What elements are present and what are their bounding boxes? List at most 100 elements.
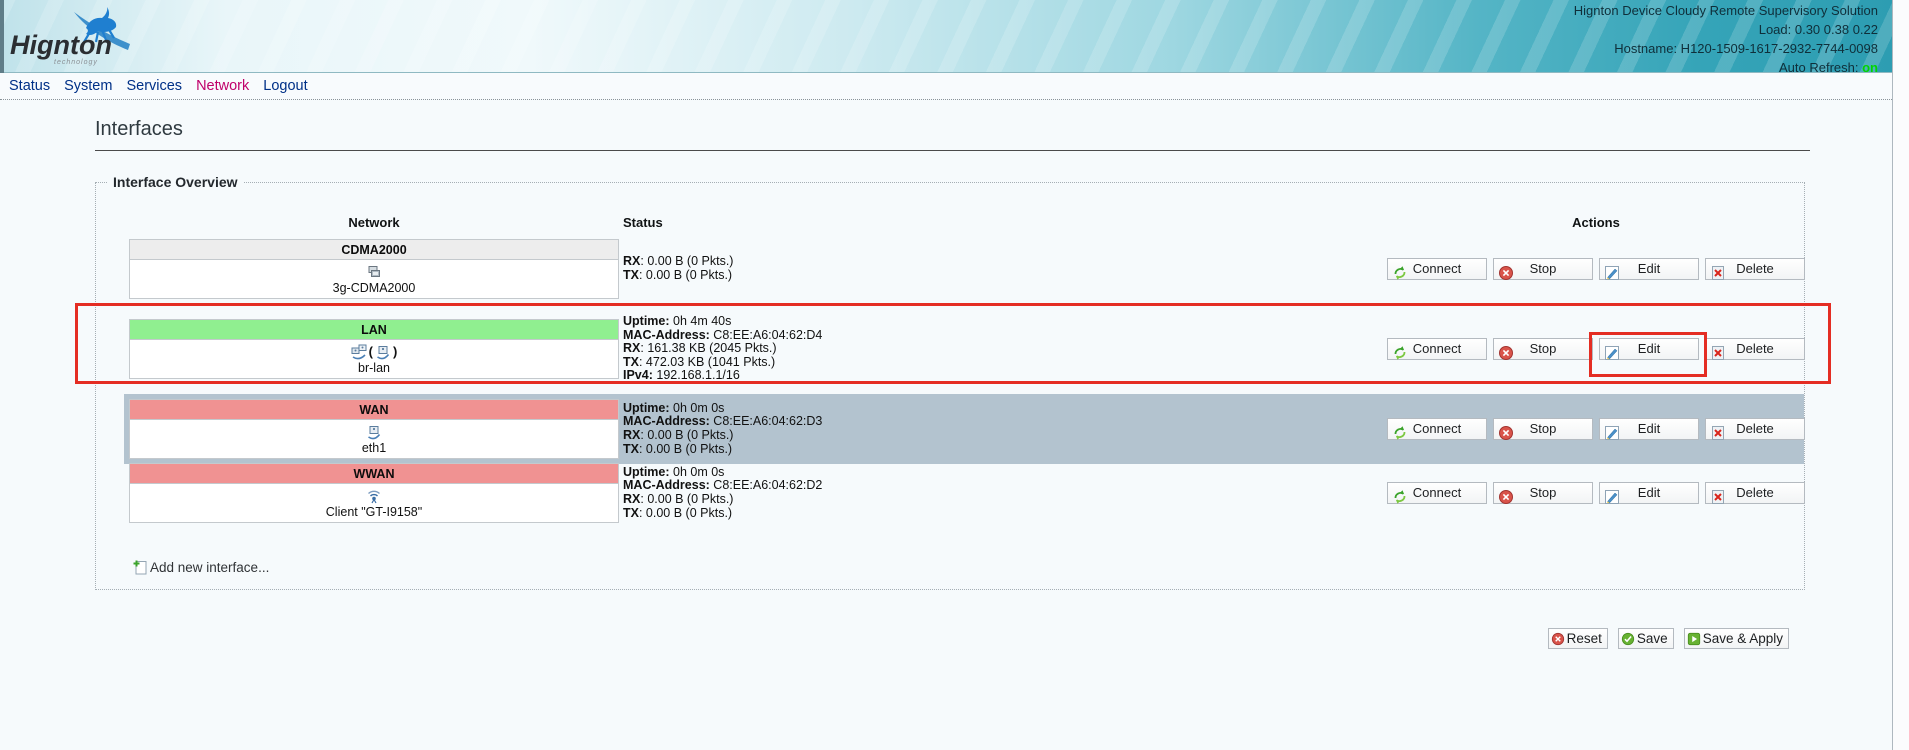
ethernet-icon	[366, 423, 382, 441]
edit-button[interactable]: Edit	[1599, 258, 1699, 280]
stop-button[interactable]: Stop	[1493, 258, 1593, 280]
connect-icon	[1392, 262, 1408, 282]
add-icon	[132, 559, 148, 575]
connect-button[interactable]: Connect	[1387, 258, 1487, 280]
solution-title: Hignton Device Cloudy Remote Supervisory…	[1574, 1, 1878, 20]
delete-label: Delete	[1736, 261, 1774, 276]
vertical-scrollbar[interactable]	[1892, 0, 1909, 750]
column-header-actions: Actions	[1387, 215, 1805, 230]
network-title-bar: WWAN	[130, 464, 618, 484]
network-cell-body: eth1	[130, 420, 618, 458]
connect-label: Connect	[1413, 261, 1461, 276]
network-title-bar: WAN	[130, 400, 618, 420]
network-cell-body: 3g-CDMA2000	[130, 260, 618, 298]
edit-icon	[1604, 262, 1620, 282]
edit-button[interactable]: Edit	[1599, 418, 1699, 440]
status-line: RX: 0.00 B (0 Pkts.)	[623, 429, 1323, 443]
delete-button[interactable]: Delete	[1705, 482, 1805, 504]
actions-cell: Connect Stop Edit Delete	[1387, 239, 1805, 299]
status-label: TX	[623, 506, 639, 520]
status-line: TX: 0.00 B (0 Pkts.)	[623, 443, 1323, 457]
delete-icon	[1710, 422, 1726, 442]
network-title-bar: CDMA2000	[130, 240, 618, 260]
actions-cell: Connect Stop Edit Delete	[1387, 399, 1805, 459]
save-apply-label: Save & Apply	[1703, 631, 1783, 646]
reset-button[interactable]: Reset	[1548, 628, 1608, 649]
status-label: MAC-Address:	[623, 414, 710, 428]
main-content: Interfaces Interface Overview Network St…	[0, 100, 1892, 750]
nav-item-system[interactable]: System	[64, 78, 112, 94]
page-title: Interfaces	[95, 118, 1810, 151]
nav-item-services[interactable]: Services	[126, 78, 182, 94]
main-nav: Status System Services Network Logout	[0, 73, 1892, 100]
status-line: TX: 0.00 B (0 Pkts.)	[623, 269, 1323, 283]
connect-icon	[1392, 486, 1408, 506]
stop-icon	[1498, 486, 1514, 506]
network-cell: WAN eth1	[129, 399, 619, 459]
status-label: MAC-Address:	[623, 478, 710, 492]
delete-button[interactable]: Delete	[1705, 258, 1805, 280]
interface-name: 3g-CDMA2000	[333, 281, 416, 296]
delete-label: Delete	[1736, 485, 1774, 500]
column-header-status: Status	[623, 215, 663, 230]
status-value: : 0.00 B (0 Pkts.)	[640, 428, 733, 442]
wireless-icon	[366, 487, 382, 505]
nav-item-status[interactable]: Status	[9, 78, 50, 94]
status-cell: RX: 0.00 B (0 Pkts.) TX: 0.00 B (0 Pkts.…	[623, 234, 1323, 304]
status-label: TX	[623, 442, 639, 456]
edit-label: Edit	[1638, 261, 1660, 276]
header-edge-strip	[0, 0, 4, 73]
interface-overview-fieldset: Interface Overview Network Status Action…	[95, 182, 1805, 590]
delete-label: Delete	[1736, 421, 1774, 436]
fieldset-legend: Interface Overview	[108, 174, 243, 190]
stop-button[interactable]: Stop	[1493, 482, 1593, 504]
connect-icon	[1392, 422, 1408, 442]
add-new-interface-link[interactable]: Add new interface...	[132, 559, 269, 575]
interface-name: Client "GT-I9158"	[326, 505, 422, 520]
status-value: C8:EE:A6:04:62:D2	[710, 478, 823, 492]
nav-item-logout[interactable]: Logout	[263, 78, 307, 94]
load-average: Load: 0.30 0.38 0.22	[1574, 20, 1878, 39]
status-label: RX	[623, 254, 640, 268]
stop-button[interactable]: Stop	[1493, 418, 1593, 440]
network-cell: WWAN Client "GT-I9158"	[129, 463, 619, 523]
interface-row-wwan: WWAN Client "GT-I9158" Uptime: 0h 0m 0s …	[96, 458, 1804, 528]
status-line: Uptime: 0h 0m 0s	[623, 402, 1323, 416]
interface-name: eth1	[362, 441, 386, 456]
network-cell: CDMA2000 3g-CDMA2000	[129, 239, 619, 299]
edit-button[interactable]: Edit	[1599, 482, 1699, 504]
edit-icon	[1604, 422, 1620, 442]
add-label: Add new interface...	[150, 560, 269, 575]
status-value: 0h 0m 0s	[670, 465, 725, 479]
status-label: Uptime:	[623, 401, 670, 415]
modem-3g-icon	[366, 263, 382, 281]
stop-label: Stop	[1530, 261, 1557, 276]
brand-tagline: technology	[54, 59, 98, 66]
status-cell: Uptime: 0h 0m 0s MAC-Address: C8:EE:A6:0…	[623, 394, 1323, 464]
status-line: MAC-Address: C8:EE:A6:04:62:D3	[623, 415, 1323, 429]
status-line: RX: 0.00 B (0 Pkts.)	[623, 255, 1323, 269]
stop-label: Stop	[1530, 421, 1557, 436]
status-cell: Uptime: 0h 0m 0s MAC-Address: C8:EE:A6:0…	[623, 458, 1323, 528]
network-cell-body: Client "GT-I9158"	[130, 484, 618, 522]
connect-button[interactable]: Connect	[1387, 482, 1487, 504]
form-actions-bar: Reset Save Save & Apply	[1548, 628, 1789, 649]
system-info: Hignton Device Cloudy Remote Supervisory…	[1574, 1, 1878, 77]
stop-label: Stop	[1530, 485, 1557, 500]
save-label: Save	[1637, 631, 1668, 646]
reset-icon	[1551, 631, 1565, 646]
brand-name: Hignton	[10, 30, 112, 61]
delete-button[interactable]: Delete	[1705, 418, 1805, 440]
connect-button[interactable]: Connect	[1387, 418, 1487, 440]
nav-item-network[interactable]: Network	[196, 78, 249, 94]
edit-label: Edit	[1638, 421, 1660, 436]
save-apply-icon	[1687, 631, 1701, 646]
connect-label: Connect	[1413, 485, 1461, 500]
status-line: Uptime: 0h 0m 0s	[623, 466, 1323, 480]
status-value: 0h 0m 0s	[670, 401, 725, 415]
stop-icon	[1498, 422, 1514, 442]
annotation-rect-lan-row	[75, 303, 1831, 384]
save-button[interactable]: Save	[1618, 628, 1674, 649]
save-apply-button[interactable]: Save & Apply	[1684, 628, 1789, 649]
delete-icon	[1710, 486, 1726, 506]
